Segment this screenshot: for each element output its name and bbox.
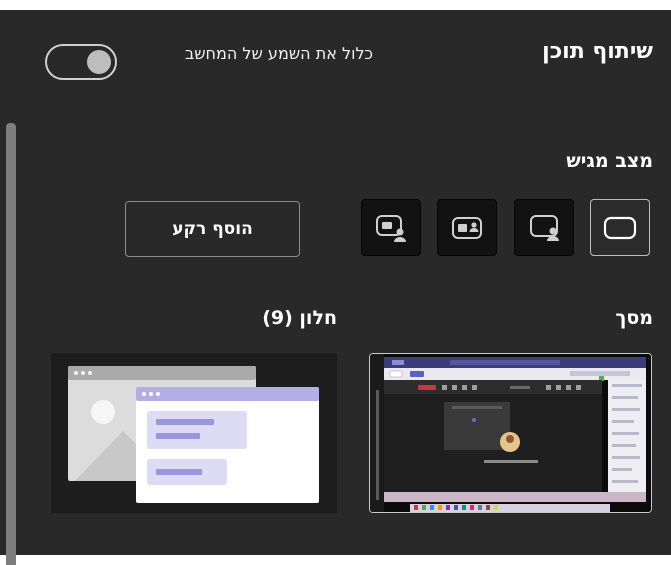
screen-section-label: מסך: [615, 307, 653, 329]
scrollbar[interactable]: [6, 123, 16, 565]
share-content-panel: שיתוף תוכן כלול את השמע של המחשב מצב מגי…: [0, 10, 671, 565]
include-audio-toggle[interactable]: [45, 44, 117, 80]
presenter-mode-label: מצב מגיש: [566, 150, 653, 172]
page-title: שיתוף תוכן: [542, 39, 653, 64]
add-background-button[interactable]: הוסף רקע: [125, 201, 300, 257]
toggle-knob: [87, 50, 111, 74]
mode-content-only-button[interactable]: [590, 199, 650, 256]
content-only-icon: [603, 216, 637, 239]
screen-preview-image: [370, 354, 651, 512]
standout-icon: [530, 214, 559, 241]
window-section-label: חלון (9): [262, 307, 337, 329]
reporter-icon: [376, 214, 406, 242]
window-thumbnail[interactable]: [51, 353, 337, 513]
mode-side-by-side-button[interactable]: [437, 199, 497, 256]
screen-thumbnail[interactable]: [369, 353, 652, 513]
mode-standout-button[interactable]: [514, 199, 574, 256]
side-by-side-icon: [452, 216, 482, 239]
mode-reporter-button[interactable]: [361, 199, 421, 256]
include-audio-label: כלול את השמע של המחשב: [184, 44, 373, 63]
window-illustration: [51, 353, 337, 513]
